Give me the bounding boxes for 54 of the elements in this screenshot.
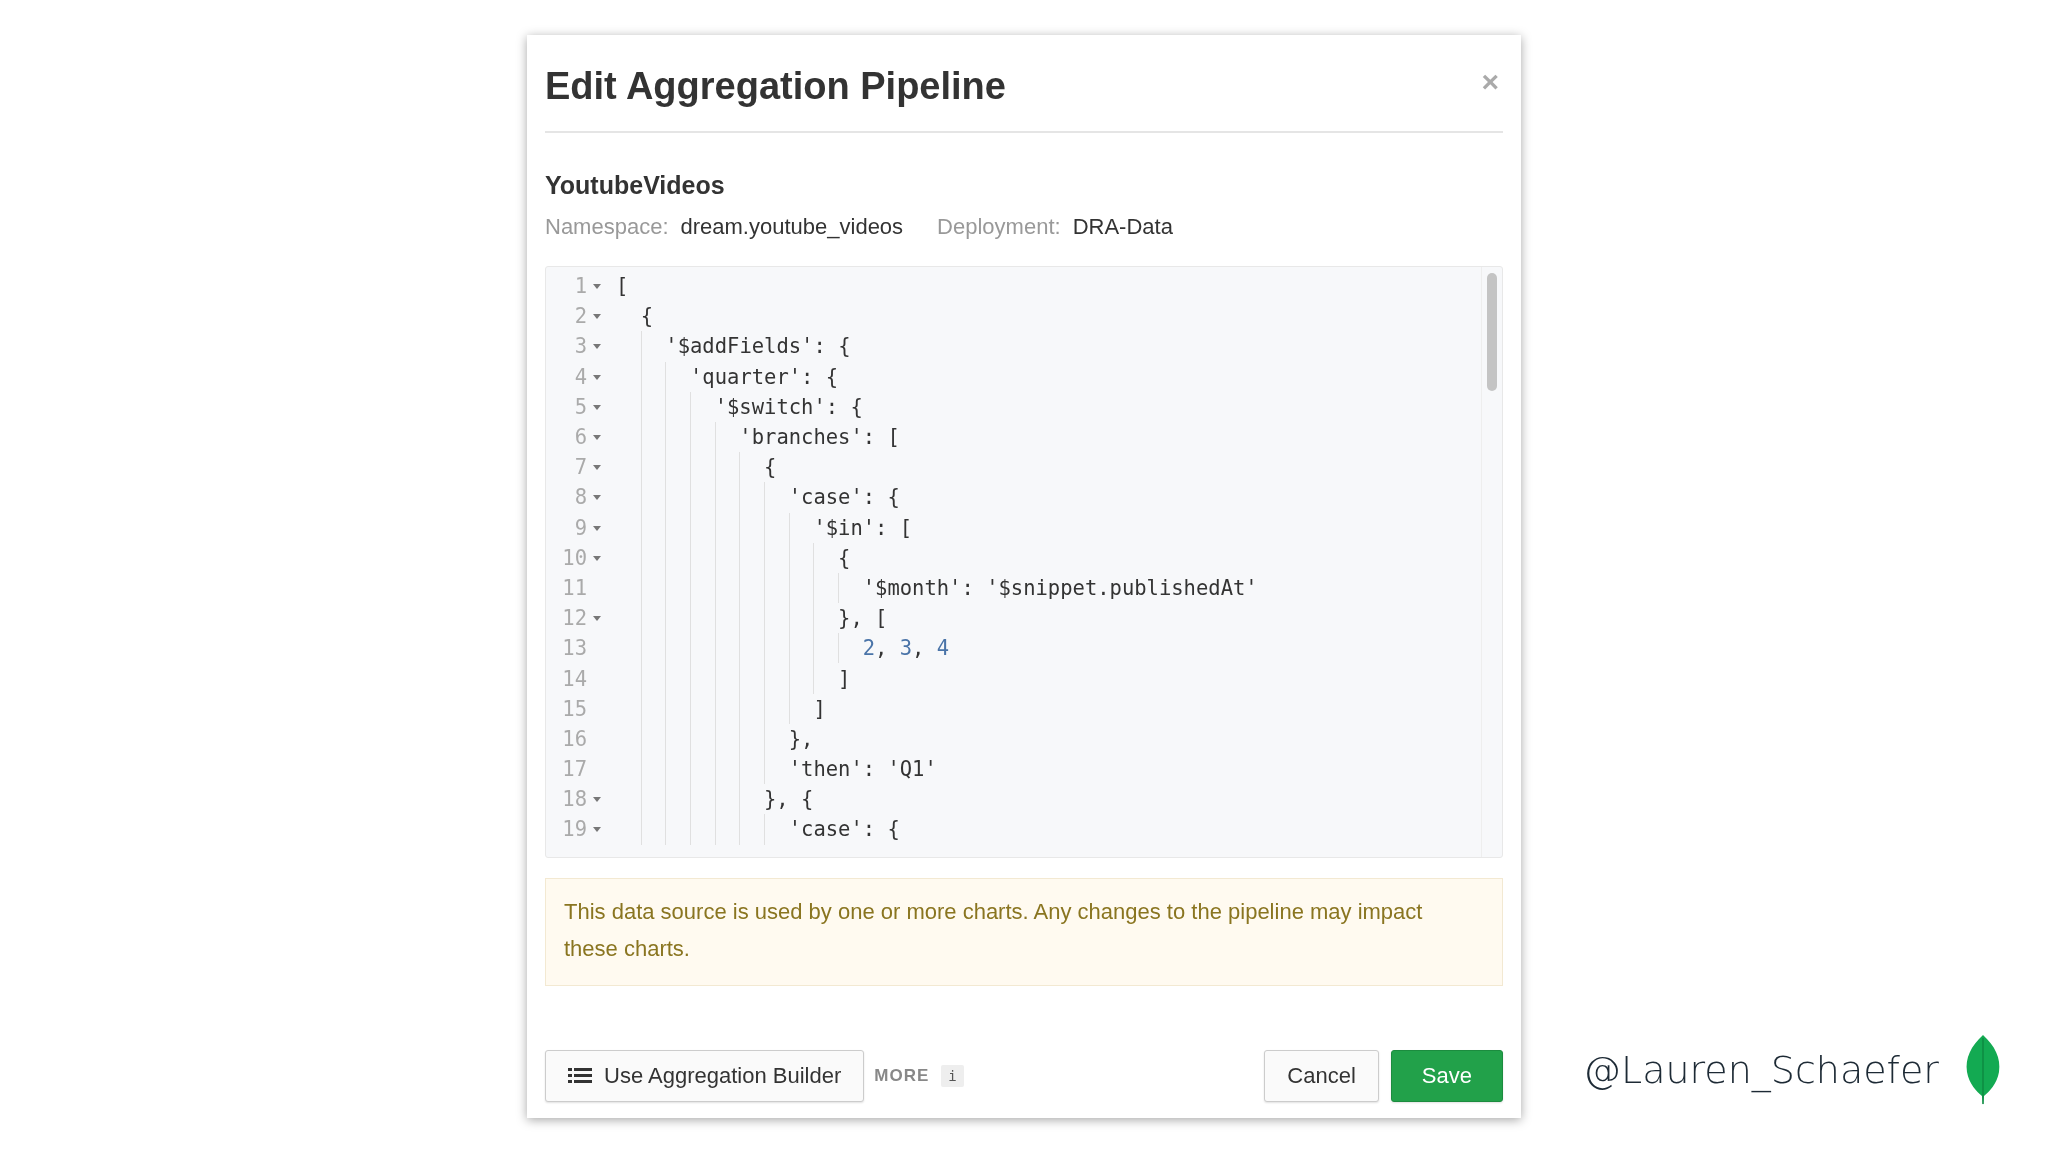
save-button[interactable]: Save (1390, 1050, 1503, 1102)
dialog-title: Edit Aggregation Pipeline (545, 67, 1006, 105)
code-text: [ (616, 274, 629, 299)
code-text: '$in': [ (813, 515, 913, 540)
code-text: { (640, 304, 653, 329)
line-number: 11 (562, 575, 587, 600)
line-number: 2 (574, 304, 587, 329)
line-number: 4 (574, 364, 587, 389)
code-text: { (838, 545, 851, 570)
line-number: 14 (562, 666, 587, 691)
code-text: }, { (764, 787, 814, 812)
code-text: '$month': '$snippet.publishedAt' (862, 575, 1258, 600)
code-text: '$addFields': { (665, 334, 851, 359)
line-number: 1 (574, 274, 587, 299)
line-number: 19 (562, 817, 587, 842)
code-text: 'quarter': { (690, 364, 839, 389)
data-source-name: YoutubeVideos (545, 171, 726, 200)
author-handle: @Lauren_Schaefer (1583, 1048, 1939, 1092)
line-number: 13 (562, 636, 587, 661)
code-text: ] (838, 666, 851, 691)
code-text: 'case': { (788, 485, 900, 510)
code-text: }, [ (838, 606, 888, 631)
line-number: 18 (562, 787, 587, 812)
line-number: 5 (574, 394, 587, 419)
list-icon (568, 1066, 592, 1086)
leaf-icon (1964, 1034, 2001, 1106)
code-text: 'branches': [ (739, 425, 900, 450)
line-number: 3 (574, 334, 587, 359)
scrollbar-thumb[interactable] (1487, 273, 1497, 391)
line-number: 9 (574, 515, 587, 540)
line-number: 12 (562, 606, 587, 631)
line-number: 15 (562, 696, 587, 721)
aggregation-builder-button[interactable]: Use Aggregation Builder (545, 1050, 865, 1102)
code-text: ] (813, 696, 826, 721)
line-number: 16 (562, 726, 587, 751)
field-label: Deployment: (937, 214, 1061, 240)
code-text: }, (788, 726, 814, 751)
field-label: Namespace: (545, 214, 669, 240)
code-text: 'case': { (788, 817, 900, 842)
info-badge[interactable]: i (941, 1065, 964, 1087)
line-number: 10 (562, 545, 587, 570)
more-link[interactable]: MORE (874, 1066, 930, 1086)
code-text: { (764, 455, 777, 480)
line-number: 8 (574, 485, 587, 510)
warning-message: This data source is used by one or more charts. Any changes to the pipeline may impact these charts. (545, 878, 1503, 986)
code-text: 'then': 'Q1' (788, 757, 937, 782)
field-value: DRA-Data (1072, 214, 1173, 240)
field-value: dream.youtube_videos (680, 214, 904, 240)
code-text: '$switch': { (714, 394, 863, 419)
code-text: 2, 3, 4 (862, 636, 950, 661)
line-number: 17 (562, 757, 587, 782)
line-number: 7 (574, 455, 587, 480)
line-number: 6 (574, 425, 587, 450)
cancel-button[interactable]: Cancel (1264, 1050, 1379, 1102)
